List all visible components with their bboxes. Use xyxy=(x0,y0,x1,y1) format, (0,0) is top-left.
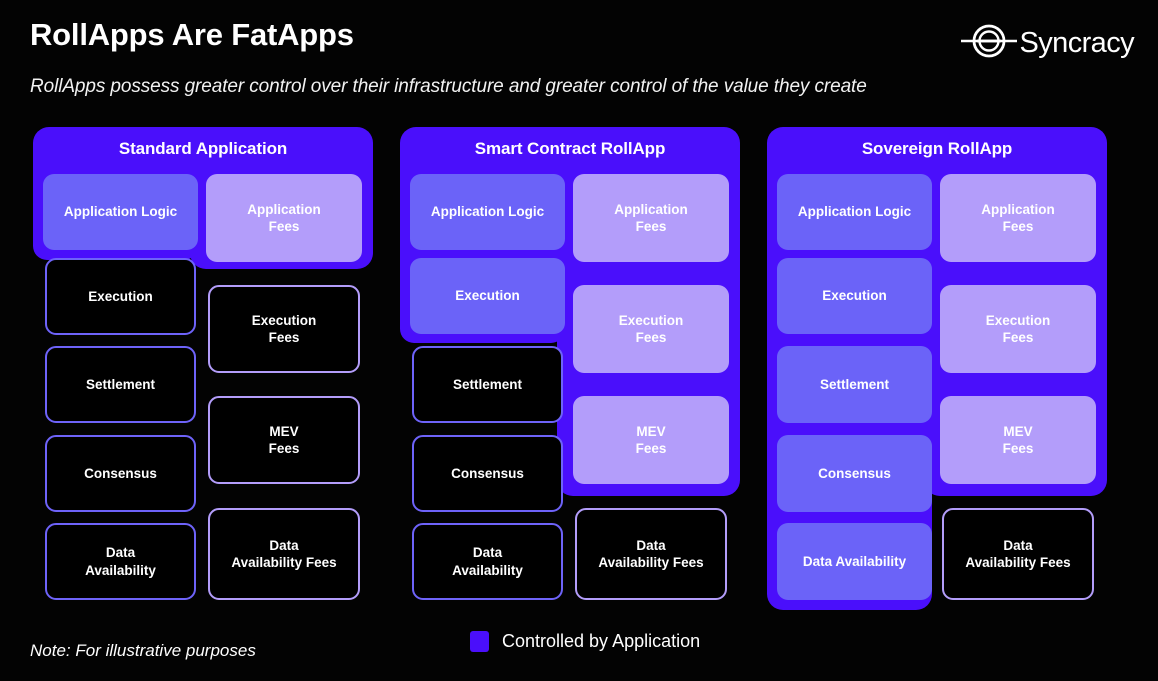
legend-swatch-controlled xyxy=(470,631,489,652)
column-title-smart-contract-rollapp: Smart Contract RollApp xyxy=(474,139,666,158)
block-execution-fees-c3[interactable]: Execution Fees xyxy=(940,285,1096,373)
block-label: Data Availability xyxy=(452,545,523,578)
block-label: Application Logic xyxy=(797,204,912,220)
rollapp-comparison-diagram: Standard Application Application Logic E… xyxy=(0,0,1158,681)
block-execution-c1[interactable]: Execution xyxy=(45,258,196,335)
block-label: Execution Fees xyxy=(618,312,684,345)
block-application-fees-c2[interactable]: Application Fees xyxy=(573,174,729,262)
block-label: Consensus xyxy=(818,465,891,481)
block-settlement-c1[interactable]: Settlement xyxy=(45,346,196,423)
column-title-standard-application: Standard Application xyxy=(118,139,288,158)
block-label: Execution xyxy=(822,288,887,304)
block-application-fees-c1[interactable]: Application Fees xyxy=(206,174,362,262)
block-label: Application Fees xyxy=(981,201,1055,234)
block-label: Data Availability xyxy=(85,545,156,578)
block-application-fees-c3[interactable]: Application Fees xyxy=(940,174,1096,262)
block-label: MEV Fees xyxy=(1002,423,1034,456)
block-mev-fees-c1[interactable]: MEV Fees xyxy=(208,396,360,484)
block-label: Settlement xyxy=(85,376,156,392)
block-label: Settlement xyxy=(819,376,890,392)
block-label: MEV Fees xyxy=(635,423,667,456)
block-label: Data Availability xyxy=(802,553,907,569)
block-data-availability-c3[interactable]: Data Availability xyxy=(777,523,932,600)
legend-label-controlled: Controlled by Application xyxy=(502,631,701,651)
block-label: Data Availability Fees xyxy=(231,537,337,570)
block-settlement-c3[interactable]: Settlement xyxy=(777,346,932,423)
block-data-availability-c2[interactable]: Data Availability xyxy=(412,523,563,600)
block-data-availability-c1[interactable]: Data Availability xyxy=(45,523,196,600)
block-settlement-c2[interactable]: Settlement xyxy=(412,346,563,423)
block-application-logic-c1[interactable]: Application Logic xyxy=(43,174,198,250)
block-label: Settlement xyxy=(452,376,523,392)
block-consensus-c3[interactable]: Consensus xyxy=(777,435,932,512)
block-label: Data Availability Fees xyxy=(598,537,704,570)
block-label: Execution xyxy=(88,288,153,304)
block-data-availability-fees-c2[interactable]: Data Availability Fees xyxy=(575,508,727,600)
block-label: Execution Fees xyxy=(251,312,317,345)
block-execution-fees-c2[interactable]: Execution Fees xyxy=(573,285,729,373)
block-execution-fees-c1[interactable]: Execution Fees xyxy=(208,285,360,373)
block-mev-fees-c3[interactable]: MEV Fees xyxy=(940,396,1096,484)
block-data-availability-fees-c1[interactable]: Data Availability Fees xyxy=(208,508,360,600)
block-label: Consensus xyxy=(84,465,157,481)
block-label: Execution Fees xyxy=(985,312,1051,345)
block-label: Application Fees xyxy=(614,201,688,234)
block-execution-c2[interactable]: Execution xyxy=(410,258,565,334)
block-label: Data Availability Fees xyxy=(965,537,1071,570)
block-label: Consensus xyxy=(451,465,524,481)
slide-canvas: RollApps Are FatApps RollApps possess gr… xyxy=(0,0,1158,681)
block-application-logic-c2[interactable]: Application Logic xyxy=(410,174,565,250)
block-consensus-c1[interactable]: Consensus xyxy=(45,435,196,512)
block-application-logic-c3[interactable]: Application Logic xyxy=(777,174,932,250)
block-mev-fees-c2[interactable]: MEV Fees xyxy=(573,396,729,484)
block-label: MEV Fees xyxy=(268,423,300,456)
block-data-availability-fees-c3[interactable]: Data Availability Fees xyxy=(942,508,1094,600)
block-consensus-c2[interactable]: Consensus xyxy=(412,435,563,512)
column-title-sovereign-rollapp: Sovereign RollApp xyxy=(861,139,1013,158)
footnote: Note: For illustrative purposes xyxy=(30,641,256,660)
block-label: Execution xyxy=(455,288,520,304)
block-execution-c3[interactable]: Execution xyxy=(777,258,932,334)
block-label: Application Fees xyxy=(247,201,321,234)
block-label: Application Logic xyxy=(430,204,545,220)
legend: Controlled by Application xyxy=(470,631,700,652)
block-label: Application Logic xyxy=(63,204,178,220)
